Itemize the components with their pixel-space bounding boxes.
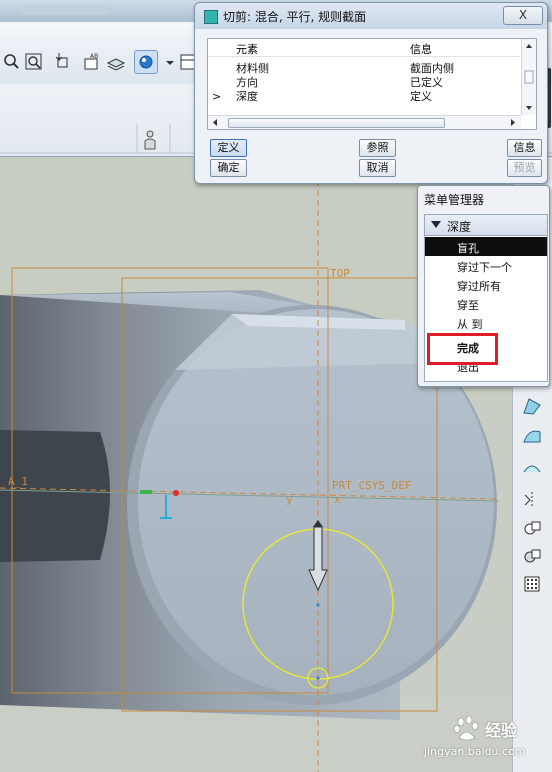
table-row-info[interactable]: 截面内侧 bbox=[410, 62, 454, 75]
collapse-triangle-icon bbox=[431, 221, 441, 228]
app-title-blurred bbox=[20, 5, 110, 15]
layers-icon[interactable] bbox=[104, 50, 128, 74]
baidu-paw-logo bbox=[453, 715, 479, 741]
csys-label: PRT_CSYS_DEF bbox=[332, 479, 412, 492]
reorient-icon[interactable] bbox=[50, 50, 74, 74]
pattern-icon[interactable] bbox=[521, 573, 543, 595]
menu-item-from-to[interactable]: 从 到 bbox=[425, 313, 547, 332]
part-shadow-left bbox=[0, 430, 110, 562]
zoom-window-icon[interactable] bbox=[22, 50, 46, 74]
info-button[interactable]: 信息 bbox=[507, 139, 542, 157]
menu-section-header[interactable]: 深度 bbox=[425, 215, 547, 236]
menu-item-through-until[interactable]: 穿至 bbox=[425, 294, 547, 313]
define-button[interactable]: 定义 bbox=[210, 139, 247, 157]
reference-button[interactable]: 参照 bbox=[359, 139, 396, 157]
surface-tool-icon[interactable] bbox=[521, 395, 543, 417]
cut-blend-dialog: 切剪: 混合, 平行, 规则截面 X 元素 信息 材料侧 截面内侧 方向 已定义… bbox=[194, 2, 548, 184]
intersect-icon[interactable] bbox=[521, 545, 543, 567]
watermark-text: 经验 bbox=[485, 721, 518, 740]
axis-y-label: y bbox=[286, 493, 293, 506]
row-expand-marker[interactable]: > bbox=[212, 90, 221, 103]
table-row-info[interactable]: 定义 bbox=[410, 90, 432, 103]
svg-text:AB: AB bbox=[90, 53, 98, 60]
dialog-title: 切剪: 混合, 平行, 规则截面 bbox=[223, 10, 367, 24]
preview-button[interactable]: 预览 bbox=[507, 159, 542, 177]
datum-top-label: TOP bbox=[330, 267, 350, 280]
datum-a-label: A_1 bbox=[8, 475, 28, 488]
table-row-info[interactable]: 已定义 bbox=[410, 76, 443, 89]
table-row-element[interactable]: 材料侧 bbox=[236, 62, 269, 75]
table-row-element[interactable]: 方向 bbox=[236, 76, 258, 89]
axis-x-label: x bbox=[334, 493, 341, 506]
element-info-table: 元素 信息 材料侧 截面内侧 方向 已定义 > 深度 定义 bbox=[207, 38, 537, 130]
table-row-element[interactable]: 深度 bbox=[236, 90, 258, 103]
done-highlight-box bbox=[427, 333, 498, 365]
blend-surface-icon[interactable] bbox=[521, 425, 543, 447]
watermark-url: jingyan.baidu.com bbox=[424, 745, 526, 758]
horizontal-scroll-thumb[interactable] bbox=[228, 118, 445, 128]
table-horizontal-scrollbar[interactable] bbox=[208, 115, 521, 129]
menu-manager-title: 菜单管理器 bbox=[424, 193, 485, 207]
dialog-app-icon bbox=[204, 10, 218, 24]
menu-item-through-next[interactable]: 穿过下一个 bbox=[425, 256, 547, 275]
column-header-info: 信息 bbox=[410, 43, 432, 56]
person-icon[interactable] bbox=[143, 129, 157, 151]
column-header-element: 元素 bbox=[236, 43, 258, 56]
view-manager-icon[interactable]: AB bbox=[80, 50, 104, 74]
menu-section-label: 深度 bbox=[447, 220, 472, 234]
menu-item-blind[interactable]: 盲孔 bbox=[425, 237, 547, 256]
zoom-in-icon[interactable] bbox=[0, 50, 24, 74]
mirror-icon[interactable] bbox=[521, 489, 543, 511]
table-vertical-scrollbar[interactable] bbox=[521, 39, 536, 115]
cancel-button[interactable]: 取消 bbox=[359, 159, 396, 177]
ok-button[interactable]: 确定 bbox=[210, 159, 247, 177]
dialog-close-button[interactable]: X bbox=[503, 6, 543, 25]
appearance-icon[interactable] bbox=[134, 50, 158, 74]
merge-icon[interactable] bbox=[521, 517, 543, 539]
menu-item-through-all[interactable]: 穿过所有 bbox=[425, 275, 547, 294]
boundary-surface-icon[interactable] bbox=[521, 455, 543, 477]
